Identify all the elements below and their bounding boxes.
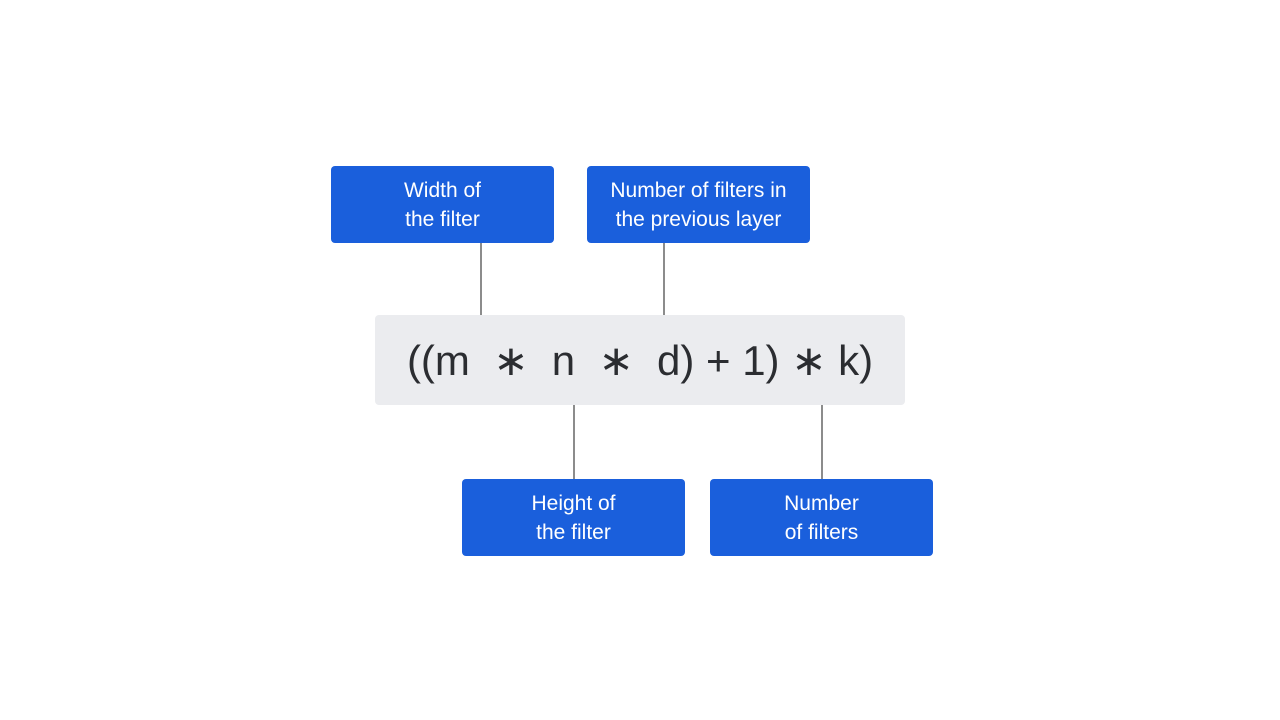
label-filters-previous-layer: Number of filters in the previous layer (587, 166, 810, 243)
label-line: Number of filters in (610, 178, 787, 202)
label-line: of filters (784, 520, 859, 544)
label-line: the filter (405, 207, 480, 231)
label-line: Width of (403, 178, 482, 202)
label-width-of-filter: Width of the filter (331, 166, 554, 243)
label-line: the previous layer (615, 207, 782, 231)
formula-text: ((m ∗ n ∗ d) + 1) ∗ k) (406, 336, 874, 384)
label-line: Number (784, 491, 859, 515)
label-line: the filter (536, 520, 611, 544)
label-number-of-filters: Number of filters (710, 479, 933, 556)
label-height-of-filter: Height of the filter (462, 479, 685, 556)
diagram-canvas: ((m ∗ n ∗ d) + 1) ∗ k) Width of the filt… (0, 0, 1280, 720)
label-line: Height of (531, 491, 616, 515)
